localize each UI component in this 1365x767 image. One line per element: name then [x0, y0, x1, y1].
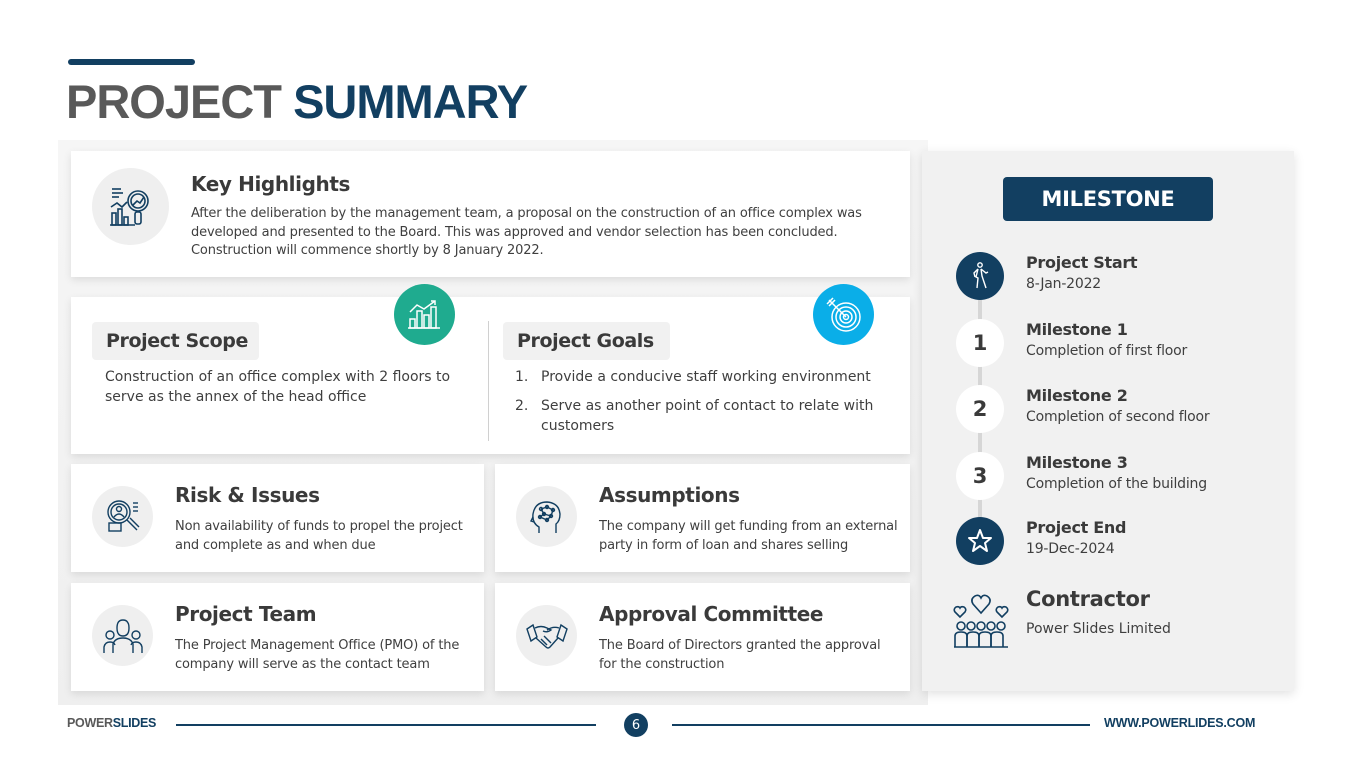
key-highlights-heading: Key Highlights [191, 172, 350, 196]
page-number: 6 [624, 713, 648, 737]
approval-committee-text: The Board of Directors granted the appro… [599, 638, 881, 672]
project-team-text: The Project Management Office (PMO) of t… [175, 638, 460, 672]
goal-text: Serve as another point of contact to rel… [541, 398, 874, 434]
handshake-icon [516, 605, 577, 666]
risk-issues-card: Risk & Issues Non availability of funds … [71, 464, 484, 572]
milestone-title: Milestone 1 [1026, 320, 1128, 339]
milestone-header: MILESTONE [1003, 177, 1213, 221]
assumptions-heading: Assumptions [599, 483, 740, 507]
approval-committee-card: Approval Committee The Board of Director… [495, 583, 910, 691]
milestone-item-1: 1 Milestone 1 Completion of first floor [956, 319, 1276, 369]
project-scope-heading: Project Scope [92, 322, 259, 360]
project-goals-list: 1. Provide a conducive staff working envi… [515, 367, 895, 445]
key-highlights-card: Key Highlights After the deliberation by… [71, 151, 910, 277]
footer-url[interactable]: WWW.POWERLIDES.COM [1104, 716, 1255, 730]
target-icon [813, 284, 874, 345]
project-team-heading: Project Team [175, 602, 317, 626]
goal-item: 1. Provide a conducive staff working envi… [515, 367, 895, 387]
milestone-number: 2 [956, 385, 1004, 433]
key-highlights-text: After the deliberation by the management… [191, 206, 862, 258]
page-title: PROJECT SUMMARY [66, 74, 528, 129]
goal-item: 2. Serve as another point of contact to r… [515, 396, 895, 436]
milestone-title: Milestone 3 [1026, 453, 1128, 472]
community-hearts-icon [952, 591, 1010, 653]
project-team-card: Project Team The Project Management Offi… [71, 583, 484, 691]
milestone-item-2: 2 Milestone 2 Completion of second floor [956, 385, 1276, 435]
goal-text: Provide a conducive staff working enviro… [541, 369, 871, 385]
milestone-description: Completion of the building [1026, 476, 1207, 492]
star-icon [956, 517, 1004, 565]
milestone-item-3: 3 Milestone 3 Completion of the building [956, 452, 1276, 502]
milestone-item-start: Project Start 8-Jan-2022 [956, 252, 1276, 302]
milestone-panel: MILESTONE Project Start 8-Jan-2022 1 Mil… [922, 151, 1294, 691]
milestone-number: 3 [956, 452, 1004, 500]
footer-brand-logo: POWERSLIDES [67, 716, 156, 730]
goal-number: 1. [515, 369, 529, 385]
approval-committee-heading: Approval Committee [599, 602, 824, 626]
footer-line-right [672, 724, 1090, 726]
analytics-magnifier-icon [92, 168, 169, 245]
milestone-item-end: Project End 19-Dec-2024 [956, 517, 1276, 567]
milestone-title: Project Start [1026, 253, 1138, 272]
divider [488, 321, 489, 441]
contractor-name: Power Slides Limited [1026, 621, 1171, 637]
risk-issues-text: Non availability of funds to propel the … [175, 519, 463, 553]
contractor-heading: Contractor [1026, 587, 1150, 611]
milestone-description: Completion of first floor [1026, 343, 1188, 359]
milestone-number: 1 [956, 319, 1004, 367]
growth-chart-icon [394, 284, 455, 345]
milestone-title: Project End [1026, 518, 1127, 537]
title-part-2: SUMMARY [293, 75, 528, 128]
milestone-date: 8-Jan-2022 [1026, 276, 1102, 292]
footer-line-left [176, 724, 596, 726]
project-goals-heading: Project Goals [503, 322, 670, 360]
project-scope-text: Construction of an office complex with 2… [105, 369, 451, 405]
team-icon [92, 605, 153, 666]
milestone-title: Milestone 2 [1026, 386, 1128, 405]
title-part-1: PROJECT [66, 75, 282, 128]
brand-part-2: SLIDES [112, 716, 157, 730]
walking-person-icon [956, 252, 1004, 300]
assumptions-card: Assumptions The company will get funding… [495, 464, 910, 572]
title-accent-bar [68, 59, 195, 65]
milestone-description: Completion of second floor [1026, 409, 1210, 425]
scope-goals-card: Project Scope Construction of an office … [71, 284, 910, 454]
brand-part-1: POWER [67, 716, 113, 730]
brain-head-icon [516, 486, 577, 547]
risk-search-icon [92, 486, 153, 547]
risk-issues-heading: Risk & Issues [175, 483, 320, 507]
contractor-section: Contractor Power Slides Limited [952, 587, 1272, 657]
assumptions-text: The company will get funding from an ext… [599, 519, 898, 553]
goal-number: 2. [515, 398, 529, 414]
milestone-date: 19-Dec-2024 [1026, 541, 1115, 557]
